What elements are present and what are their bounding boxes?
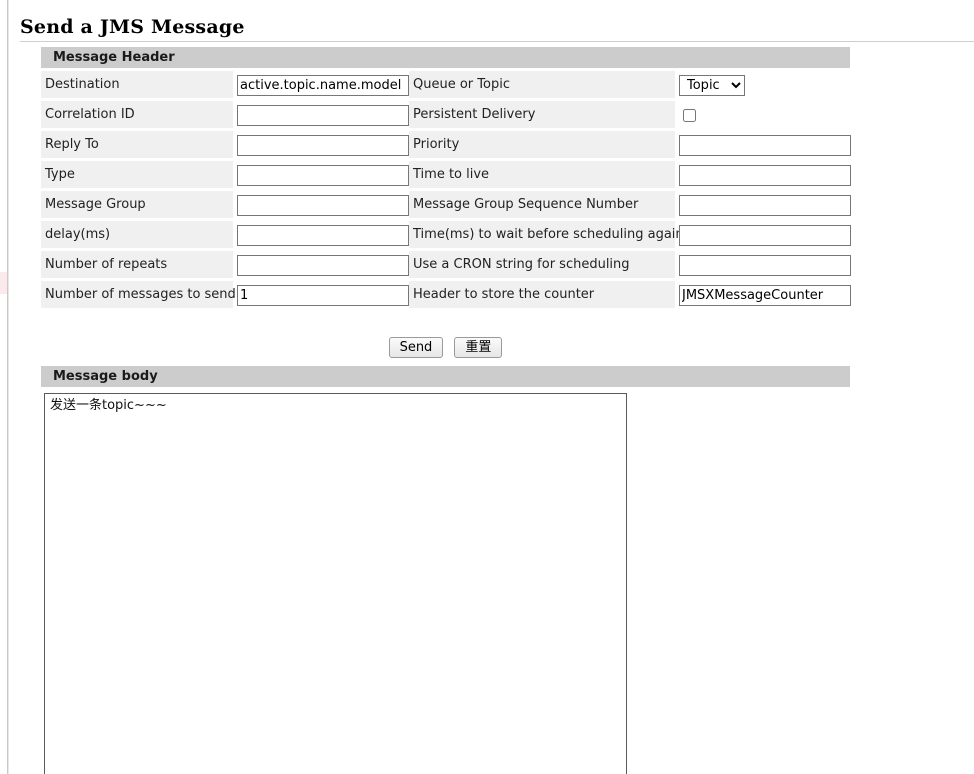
title-divider (20, 41, 974, 42)
row-label-message-group: Message Group (41, 191, 233, 218)
row-label-counter-header: Header to store the counter (409, 281, 675, 308)
table-row: Correlation ID Persistent Delivery (41, 101, 850, 128)
row-label-priority: Priority (409, 131, 675, 158)
row-field-cron-string (675, 251, 851, 278)
row-label-reply-to: Reply To (41, 131, 233, 158)
left-margin-marker (0, 272, 7, 294)
table-row: Type Time to live (41, 161, 851, 188)
row-field-number-of-messages (233, 281, 409, 308)
row-label-message-group-sequence-number: Message Group Sequence Number (409, 191, 675, 218)
table-row: Reply To Priority (41, 131, 851, 158)
message-header-section: Message Header Destination Queue or Topi… (41, 47, 851, 311)
message-header-label: Message Header (53, 50, 175, 65)
row-field-delay-ms (233, 221, 409, 248)
row-field-message-group-sequence-number (675, 191, 851, 218)
row-field-persistent-delivery (675, 101, 850, 128)
table-row: Number of repeats Use a CRON string for … (41, 251, 851, 278)
type-input[interactable] (237, 164, 409, 186)
row-label-persistent-delivery: Persistent Delivery (409, 101, 675, 128)
row-field-counter-header (675, 281, 851, 308)
row-field-type (233, 161, 409, 188)
counter-header-input[interactable] (679, 284, 851, 306)
row-field-reply-to (233, 131, 409, 158)
table-row: delay(ms) Time(ms) to wait before schedu… (41, 221, 851, 248)
priority-input[interactable] (679, 134, 851, 156)
page-title: Send a JMS Message (20, 16, 245, 38)
number-of-messages-input[interactable] (237, 284, 409, 306)
table-row: Message Group Message Group Sequence Num… (41, 191, 851, 218)
form-actions: Send 重置 (41, 336, 850, 358)
message-group-input[interactable] (237, 194, 409, 216)
page-root: Send a JMS Message Message Header Destin… (0, 0, 974, 774)
row-label-destination: Destination (41, 71, 233, 98)
message-body-bar: Message body (41, 366, 850, 387)
row-field-correlation-id (233, 101, 409, 128)
row-label-correlation-id: Correlation ID (41, 101, 233, 128)
row-field-message-group (233, 191, 409, 218)
message-header-bar: Message Header (41, 47, 850, 68)
delay-ms-input[interactable] (237, 224, 409, 246)
persistent-delivery-checkbox[interactable] (683, 109, 696, 122)
row-label-delay-ms: delay(ms) (41, 221, 233, 248)
left-margin-rule-shadow (8, 0, 9, 774)
message-body-textarea[interactable]: 发送一条topic~~~ (44, 393, 627, 774)
row-label-queue-or-topic: Queue or Topic (409, 71, 675, 98)
message-header-table: Destination Queue or Topic Topic Correla… (41, 68, 851, 311)
row-label-cron-string: Use a CRON string for scheduling (409, 251, 675, 278)
cron-string-input[interactable] (679, 254, 851, 276)
time-to-live-input[interactable] (679, 164, 851, 186)
row-label-number-of-messages: Number of messages to send (41, 281, 236, 308)
row-field-time-to-live (675, 161, 851, 188)
destination-input[interactable] (237, 74, 409, 96)
row-field-destination (233, 71, 409, 98)
reply-to-input[interactable] (237, 134, 409, 156)
row-label-time-to-live: Time to live (409, 161, 675, 188)
row-label-type: Type (41, 161, 233, 188)
message-body-label: Message body (53, 369, 158, 384)
table-row: Number of messages to send Header to sto… (41, 281, 851, 308)
message-header-rows: Destination Queue or Topic Topic Correla… (41, 71, 851, 308)
queue-or-topic-select[interactable]: Topic (679, 74, 745, 96)
row-field-number-of-repeats (233, 251, 409, 278)
table-row: Destination Queue or Topic Topic (41, 71, 850, 98)
row-label-number-of-repeats: Number of repeats (41, 251, 233, 278)
row-field-time-to-wait (675, 221, 851, 248)
reset-button[interactable]: 重置 (454, 337, 503, 358)
correlation-id-input[interactable] (237, 104, 409, 126)
row-field-queue-or-topic: Topic (675, 71, 850, 98)
row-field-priority (675, 131, 851, 158)
send-button[interactable]: Send (388, 337, 444, 358)
message-group-sequence-number-input[interactable] (679, 194, 851, 216)
number-of-repeats-input[interactable] (237, 254, 409, 276)
row-label-time-to-wait: Time(ms) to wait before scheduling again (409, 221, 684, 248)
time-to-wait-input[interactable] (679, 224, 851, 246)
